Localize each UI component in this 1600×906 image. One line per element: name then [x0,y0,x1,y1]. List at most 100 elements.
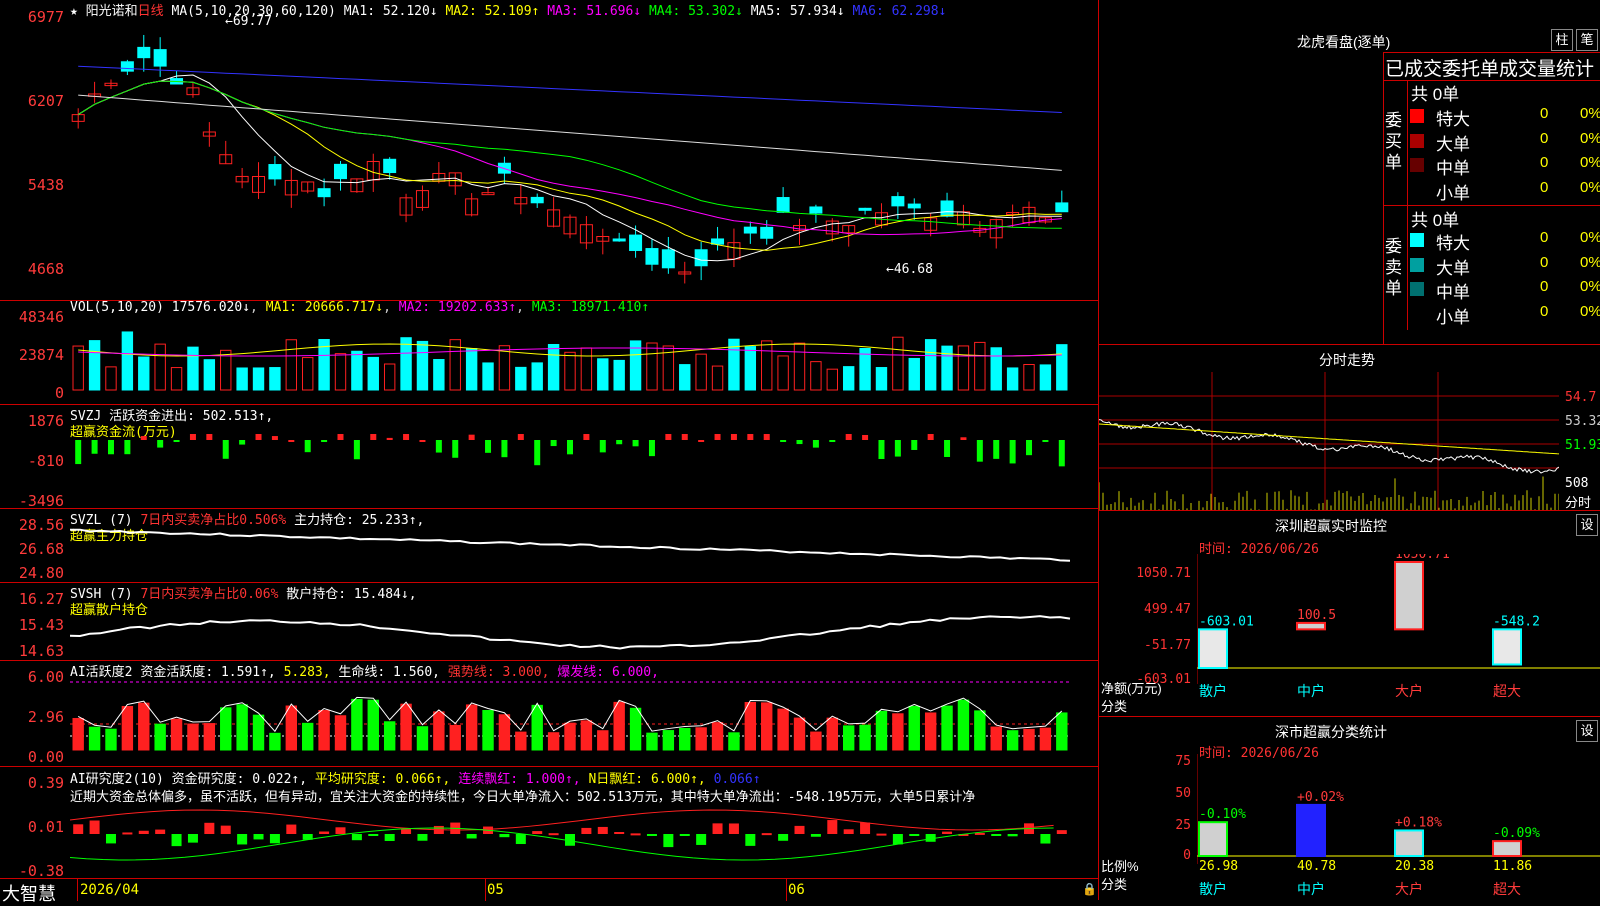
ai1-chart[interactable] [70,674,1098,766]
activity-bar [695,727,707,751]
flow-bar [485,440,492,453]
classify-panel: 深市超赢分类统计 设 时间: 2026/06/26 75 50 25 0 比例%… [1099,716,1600,900]
research-bar [384,834,395,841]
volume-bar [252,367,265,391]
column-toggle-button[interactable]: 柱 [1551,29,1573,51]
period-label[interactable]: 日线 [138,4,164,19]
volume-bar [875,367,888,391]
activity-bar [318,710,330,751]
monitor-chart[interactable]: -603.01 散户 100.5 中户 1050.71 大户 -548.2 超大 [1197,554,1600,716]
net-bar [1198,628,1228,670]
classify-chart[interactable]: -0.10% 26.98 散户 +0.02% 40.78 中户 +0.18% 20.38 大户 -… [1197,754,1600,900]
volume-panel[interactable]: VOL(5,10,20) 17576.020↓, MA1: 20666.717↓… [0,300,1098,405]
candle-body [743,226,757,234]
research-bar [286,824,297,834]
volume-bar [744,346,757,391]
classify-settings-button[interactable]: 设 [1576,720,1598,742]
row-pct: 0% [1580,253,1600,271]
activity-bar [597,730,609,751]
row-value: 0 [1540,229,1549,246]
candle-body [120,61,134,72]
volume-bar [105,366,117,391]
tick-toggle-button[interactable]: 笔 [1576,29,1598,51]
monitor-side-label2: 分类 [1101,699,1128,714]
fenshi-label: 分时 [1565,495,1592,510]
ma-value-6: MA6: 62.298↓ [844,4,947,19]
flow-bar [91,440,98,454]
research-bar [351,834,362,841]
volume-bar [695,353,707,391]
research-bar [712,823,723,834]
color-swatch [1410,282,1424,296]
main-position-line [70,528,1071,562]
net-bar [1492,628,1522,666]
ratio-change: -0.10% [1199,807,1246,822]
star-icon[interactable]: ★ [70,4,78,19]
svsh-panel[interactable]: SVSH (7) 7日内买卖净占比0.06% 散户持仓: 15.484↓, 超赢… [0,582,1098,661]
brand-logo: 大智慧 [2,884,56,904]
stock-name[interactable]: 阳光诺和 [86,4,138,19]
candle-body [907,203,921,209]
research-bar [220,825,231,834]
activity-bar [515,731,527,751]
candle-body [809,206,823,214]
activity-bar [121,705,134,751]
svzl-chart[interactable] [70,522,1098,582]
candle-body [760,226,774,239]
svzj-panel[interactable]: SVZJ 活跃资金进出: 502.513↑, 超赢资金流(万元) 1876 -8… [0,404,1098,510]
fenshi-label: 51.93 [1565,438,1600,453]
flow-bar [567,440,573,455]
row-pct: 0% [1580,229,1600,246]
y-label: 0.39 [27,774,64,792]
row-value: 0 [1540,154,1549,171]
sell-total: 共 0单 [1411,211,1460,230]
candle-body [858,207,872,211]
research-bar [761,833,772,836]
volume-bar [465,348,478,391]
ai1-panel[interactable]: AI活跃度2 资金活跃度: 1.591↑, 5.283, 生命线: 1.560,… [0,660,1098,767]
svzj-chart[interactable] [70,434,1098,508]
x-label: 05 [487,882,504,898]
kline-chart[interactable] [70,18,1098,298]
research-bar [548,833,559,836]
research-bar [466,834,477,839]
activity-bar [531,704,543,751]
research-bar [991,834,1002,836]
fenshi-panel[interactable]: 分时走势 54.7 53.32 51.93 508 分时 [1099,344,1600,511]
ai2-title: AI研究度2(10) [70,772,164,787]
flow-bar [222,440,229,459]
kline-panel[interactable]: ★ 阳光诺和日线 MA(5,10,20,30,60,120) MA1: 52.1… [0,0,1098,301]
fenshi-chart[interactable] [1099,372,1559,510]
research-bar [253,834,264,840]
volume-chart[interactable] [70,314,1098,404]
flow-bar [173,440,180,442]
svsh-chart[interactable] [70,596,1098,660]
ai2-panel[interactable]: AI研究度2(10) 资金研究度: 0.022↑, 平均研究度: 0.066↑,… [0,766,1098,880]
research-bar [499,834,510,838]
research-bar [892,834,903,845]
y-label: 5438 [27,176,64,194]
row-pct: 0% [1580,302,1600,320]
lock-icon[interactable]: 🔒 [1082,882,1097,896]
monitor-settings-button[interactable]: 设 [1576,514,1598,536]
lhb-header: 已成交委托单成交量统计 [1385,59,1595,80]
ai2-chart[interactable] [70,804,1098,878]
flow-bar [271,436,278,440]
ma-value-3: MA3: 51.696↓ [539,4,642,19]
candle-body [776,197,790,213]
price-line [1099,419,1559,474]
row-pct: 0% [1580,105,1600,122]
row-label: 大单 [1436,134,1470,154]
y-label: 14.63 [18,642,64,660]
flow-bar [288,440,295,442]
ratio-value: 40.78 [1297,859,1336,874]
svzl-panel[interactable]: SVZL (7) 7日内买卖净占比0.506% 主力持仓: 25.233↑, 超… [0,508,1098,583]
research-bar [581,827,592,834]
activity-bar [924,712,937,751]
activity-bar [433,711,445,751]
volume-bar [482,362,494,391]
category-label: 散户 [1199,683,1227,699]
net-value: 100.5 [1297,608,1336,623]
ratio-bar [1296,803,1326,857]
flow-bar [1058,440,1065,467]
